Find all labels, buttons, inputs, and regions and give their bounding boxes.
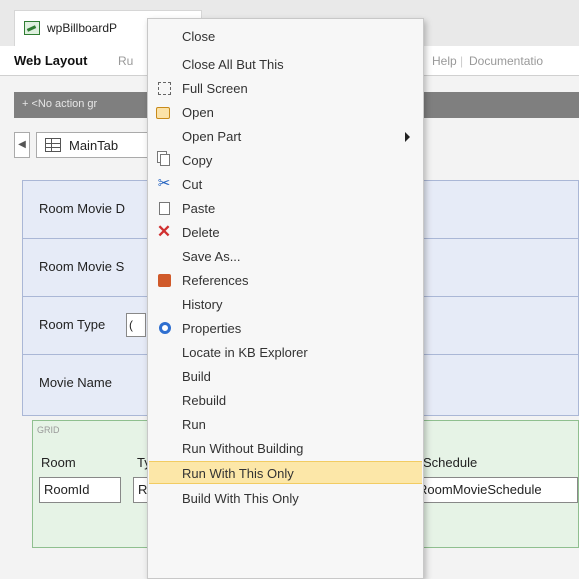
menu-item-references[interactable]: References — [149, 269, 422, 292]
tab-separator: | — [460, 54, 464, 68]
menu-item-copy[interactable]: Copy — [149, 149, 422, 172]
context-menu: Close Close All But This Full Screen Ope… — [147, 18, 424, 579]
open-icon — [156, 107, 170, 119]
menu-item-rebuild[interactable]: Rebuild — [149, 389, 422, 412]
menu-item-run-with-this-only[interactable]: Run With This Only — [149, 461, 422, 484]
tab-help[interactable]: Help — [432, 54, 457, 68]
menu-item-properties[interactable]: Properties — [149, 317, 422, 340]
maintab-label: MainTab — [69, 138, 119, 153]
menu-item-label: Build — [182, 369, 211, 384]
cut-icon: ✂ — [157, 175, 171, 192]
tab-documentation[interactable]: Documentatio — [469, 54, 543, 68]
submenu-arrow-icon — [405, 132, 410, 142]
action-group-text: + <No action gr — [22, 98, 98, 110]
menu-item-delete[interactable]: ✕ Delete — [149, 221, 422, 244]
menu-item-open-part[interactable]: Open Part — [149, 125, 422, 148]
grid-cell[interactable]: RoomId — [39, 477, 121, 503]
table-icon — [45, 138, 61, 152]
document-tab-title: wpBillboardP — [47, 21, 118, 35]
form-label: Room Type — [39, 317, 106, 332]
grid-caption: GRID — [37, 425, 60, 435]
properties-icon — [159, 322, 171, 334]
menu-item-label: Copy — [182, 153, 213, 168]
menu-item-label: Run With This Only — [182, 466, 294, 481]
copy-icon — [160, 154, 170, 166]
menu-item-run[interactable]: Run — [149, 413, 422, 436]
menu-item-paste[interactable]: Paste — [149, 197, 422, 220]
menu-item-run-without-building[interactable]: Run Without Building — [149, 437, 422, 460]
grid-cell[interactable]: RoomMovieSchedule — [413, 477, 578, 503]
webpanel-icon — [24, 21, 40, 35]
menu-item-cut[interactable]: ✂ Cut — [149, 173, 422, 196]
menu-item-label: Close All But This — [182, 57, 284, 72]
menu-item-label: Cut — [182, 177, 203, 192]
room-type-field[interactable]: ( — [126, 313, 146, 337]
menu-item-label: Rebuild — [182, 393, 227, 408]
scroll-left-button[interactable]: ◀ — [14, 132, 30, 158]
references-icon — [158, 274, 171, 287]
menu-item-full-screen[interactable]: Full Screen — [149, 77, 422, 100]
menu-item-locate-in-kb-explorer[interactable]: Locate in KB Explorer — [149, 341, 422, 364]
menu-item-label: Close — [182, 29, 216, 44]
tab-rules[interactable]: Ru — [118, 54, 133, 68]
menu-item-close-all-but-this[interactable]: Close All But This — [149, 53, 422, 76]
grid-header: Room — [41, 455, 76, 470]
menu-item-close[interactable]: Close — [149, 25, 422, 48]
grid-header: Schedule — [423, 455, 478, 470]
menu-item-label: Locate in KB Explorer — [182, 345, 308, 360]
form-label: Movie Name — [39, 375, 112, 390]
form-label: Room Movie S — [39, 259, 125, 274]
menu-item-label: Open Part — [182, 129, 242, 144]
menu-item-label: Run — [182, 417, 206, 432]
menu-item-label: Delete — [182, 225, 220, 240]
menu-item-label: Save As... — [182, 249, 241, 264]
menu-item-build-with-this-only[interactable]: Build With This Only — [149, 487, 422, 510]
menu-item-label: History — [182, 297, 223, 312]
menu-item-label: Full Screen — [182, 81, 248, 96]
menu-item-label: Build With This Only — [182, 491, 299, 506]
menu-item-label: References — [182, 273, 249, 288]
menu-item-label: Run Without Building — [182, 441, 304, 456]
menu-item-build[interactable]: Build — [149, 365, 422, 388]
menu-item-label: Paste — [182, 201, 216, 216]
delete-icon: ✕ — [156, 222, 172, 241]
menu-item-open[interactable]: Open — [149, 101, 422, 124]
menu-item-label: Properties — [182, 321, 242, 336]
menu-item-history[interactable]: History — [149, 293, 422, 316]
paste-icon — [159, 202, 170, 215]
menu-item-label: Open — [182, 105, 214, 120]
fullscreen-icon — [158, 82, 171, 95]
form-label: Room Movie D — [39, 201, 125, 216]
tab-web-layout[interactable]: Web Layout — [14, 53, 87, 68]
menu-item-save-as[interactable]: Save As... — [149, 245, 422, 268]
